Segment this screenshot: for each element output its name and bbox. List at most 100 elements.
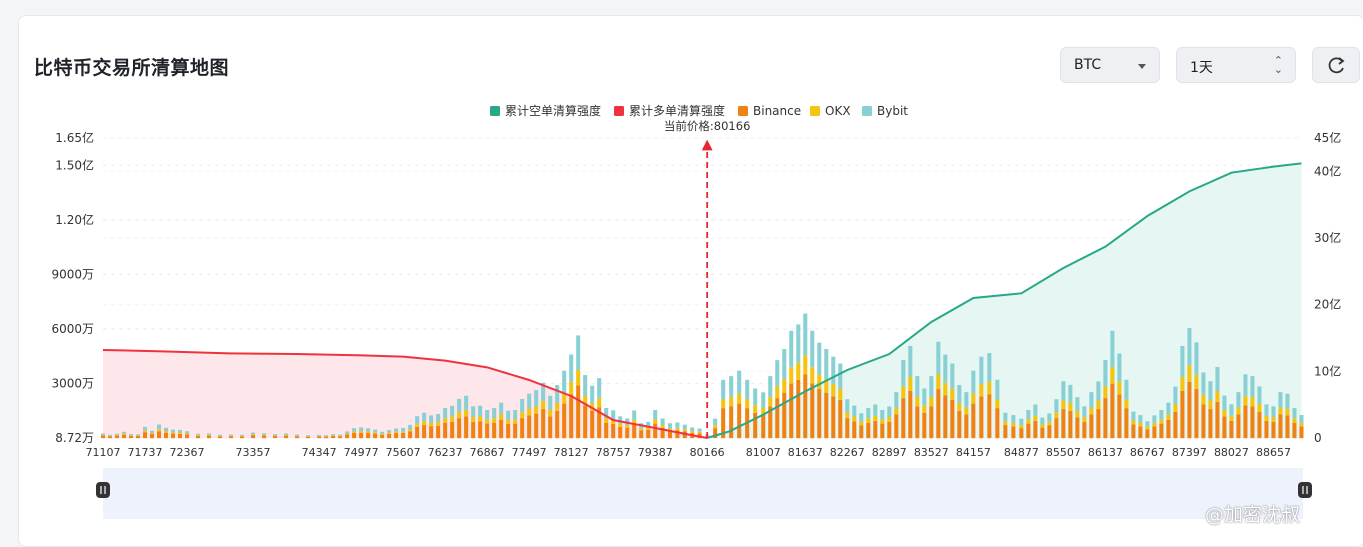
bar-binance — [810, 383, 815, 439]
bar-okx — [1187, 365, 1192, 382]
left-tick-label: 9000万 — [51, 267, 94, 281]
bar-okx — [979, 383, 984, 397]
bar-okx — [229, 435, 234, 437]
bar-bybit — [1152, 415, 1157, 424]
bar-bybit — [682, 424, 687, 430]
bar-binance — [1292, 422, 1297, 439]
bar-okx — [1047, 421, 1052, 426]
bar-bybit — [548, 395, 553, 410]
bar-okx — [753, 405, 758, 413]
bar-okx — [697, 431, 702, 434]
bar-okx — [1257, 403, 1262, 412]
bar-okx — [429, 423, 434, 427]
bar-bybit — [845, 399, 850, 413]
bar-binance — [142, 432, 148, 439]
bar-bybit — [1138, 415, 1143, 423]
bar-binance — [1117, 394, 1122, 439]
bar-binance — [107, 436, 113, 439]
bar-okx — [782, 379, 787, 393]
bar-bybit — [520, 399, 525, 413]
bar-binance — [753, 412, 758, 439]
bar-bybit — [653, 409, 658, 420]
bar-binance — [796, 379, 801, 439]
bar-bybit — [338, 434, 343, 436]
x-tick-label: 85507 — [1046, 446, 1081, 459]
bar-okx — [114, 435, 120, 436]
bar-binance — [273, 435, 278, 439]
bar-okx — [1250, 397, 1255, 407]
bar-okx — [492, 418, 497, 423]
bar-binance — [1208, 409, 1213, 439]
zoom-slider[interactable] — [96, 468, 1312, 519]
bar-okx — [1201, 394, 1206, 405]
bar-bybit — [1047, 413, 1052, 422]
bar-bybit — [796, 324, 801, 363]
bar-okx — [135, 435, 141, 436]
bar-binance — [1138, 426, 1143, 439]
bar-bybit — [1250, 376, 1255, 398]
bar-okx — [1271, 417, 1276, 422]
bar-okx — [478, 416, 483, 422]
bar-binance — [929, 406, 934, 439]
bar-okx — [541, 400, 546, 410]
bar-binance — [156, 431, 162, 439]
zoom-range-area — [103, 468, 1303, 519]
bar-binance — [499, 419, 504, 439]
bar-binance — [845, 418, 850, 439]
bar-okx — [1096, 400, 1101, 410]
bar-binance — [1257, 411, 1262, 439]
legend-label: Bybit — [877, 104, 908, 118]
bar-bybit — [1278, 392, 1283, 408]
bar-binance — [185, 434, 190, 439]
bar-bybit — [1075, 397, 1080, 412]
zoom-handle-right[interactable] — [1298, 482, 1312, 498]
bar-bybit — [196, 433, 201, 436]
bar-okx — [163, 431, 169, 433]
bar-okx — [171, 432, 176, 434]
bar-bybit — [306, 435, 311, 437]
bar-bybit — [1124, 379, 1129, 400]
bar-binance — [761, 414, 766, 439]
bar-okx — [745, 399, 750, 409]
zoom-handle-left[interactable] — [96, 482, 110, 498]
bar-binance — [1173, 411, 1178, 439]
bar-bybit — [478, 405, 483, 417]
bar-binance — [887, 421, 892, 439]
left-tick-label: 8.72万 — [55, 431, 94, 445]
bar-okx — [929, 397, 934, 407]
x-tick-label: 76867 — [470, 446, 505, 459]
bar-binance — [443, 422, 448, 439]
bar-binance — [583, 405, 588, 439]
bar-binance — [163, 432, 169, 439]
bar-bybit — [995, 379, 1000, 400]
bar-binance — [639, 430, 644, 439]
bar-binance — [894, 414, 899, 439]
bar-okx — [1003, 421, 1008, 426]
bar-binance — [1131, 424, 1136, 439]
bar-okx — [436, 422, 441, 426]
bar-binance — [880, 423, 885, 439]
bar-binance — [1089, 414, 1094, 439]
bar-bybit — [492, 407, 497, 419]
bar-okx — [690, 431, 695, 433]
bar-bybit — [838, 363, 843, 389]
x-tick-label: 71107 — [86, 446, 121, 459]
bar-okx — [443, 418, 448, 423]
bar-okx — [1159, 419, 1164, 424]
bar-okx — [178, 432, 183, 434]
bar-bybit — [100, 433, 106, 435]
bar-binance — [1243, 405, 1248, 439]
bar-bybit — [583, 375, 588, 396]
bar-okx — [295, 435, 300, 437]
bar-binance — [1003, 425, 1008, 439]
bar-bybit — [464, 395, 469, 410]
bar-okx — [1033, 415, 1038, 421]
bar-binance — [838, 399, 843, 439]
bar-bybit — [987, 353, 992, 382]
bar-okx — [352, 431, 357, 433]
bar-binance — [803, 374, 808, 439]
bar-binance — [831, 396, 836, 439]
bar-binance — [207, 435, 212, 439]
bar-binance — [471, 421, 476, 439]
bar-binance — [1236, 414, 1241, 439]
